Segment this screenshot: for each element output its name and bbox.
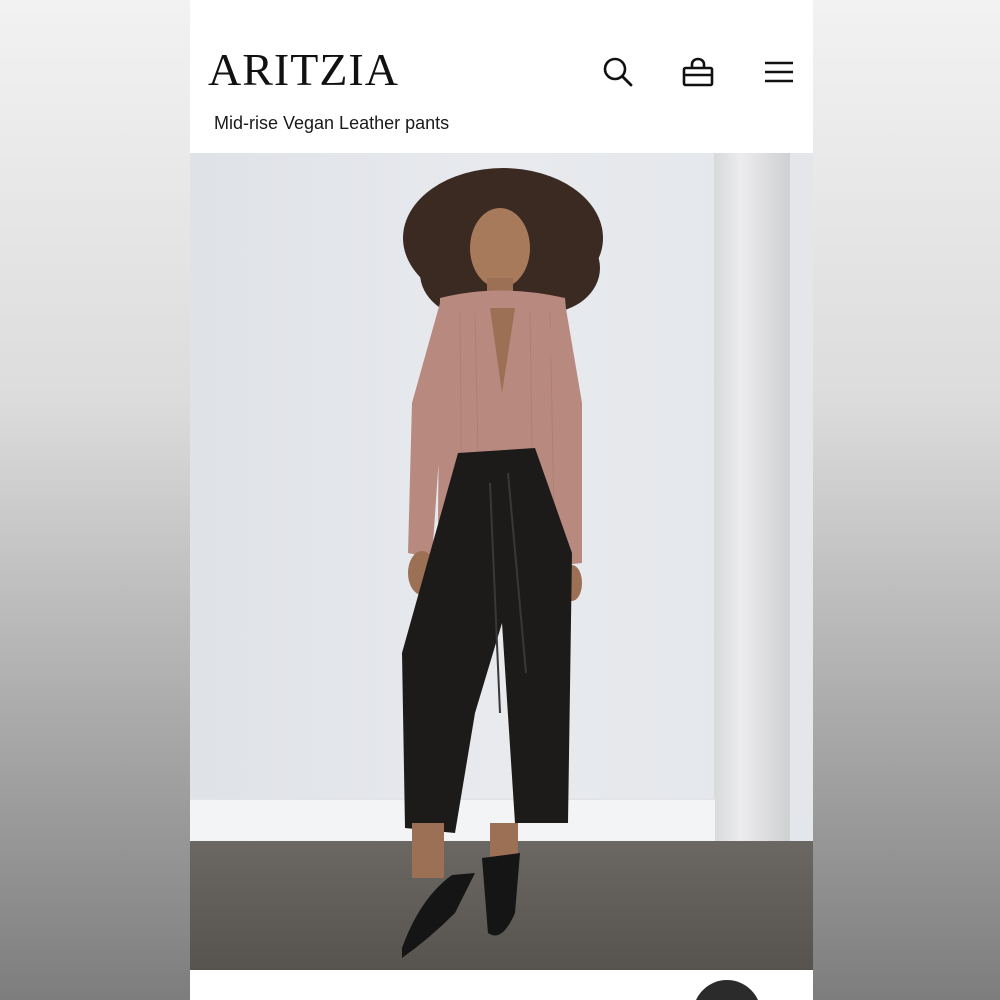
background-right <box>813 0 1000 1000</box>
brand-logo[interactable]: ARITZIA <box>208 44 399 96</box>
site-header: ARITZIA Mid-rise Vegan Leather pants <box>190 0 813 153</box>
search-icon[interactable] <box>598 52 638 92</box>
background-left <box>0 0 190 1000</box>
hamburger-menu-icon[interactable] <box>759 52 799 92</box>
phone-screen: ARITZIA Mid-rise Vegan Leather pants <box>190 0 813 1000</box>
model-figure <box>402 168 603 958</box>
product-title: Mid-rise Vegan Leather pants <box>214 113 450 133</box>
product-image[interactable] <box>190 153 813 970</box>
shopping-bag-icon[interactable] <box>678 52 718 92</box>
